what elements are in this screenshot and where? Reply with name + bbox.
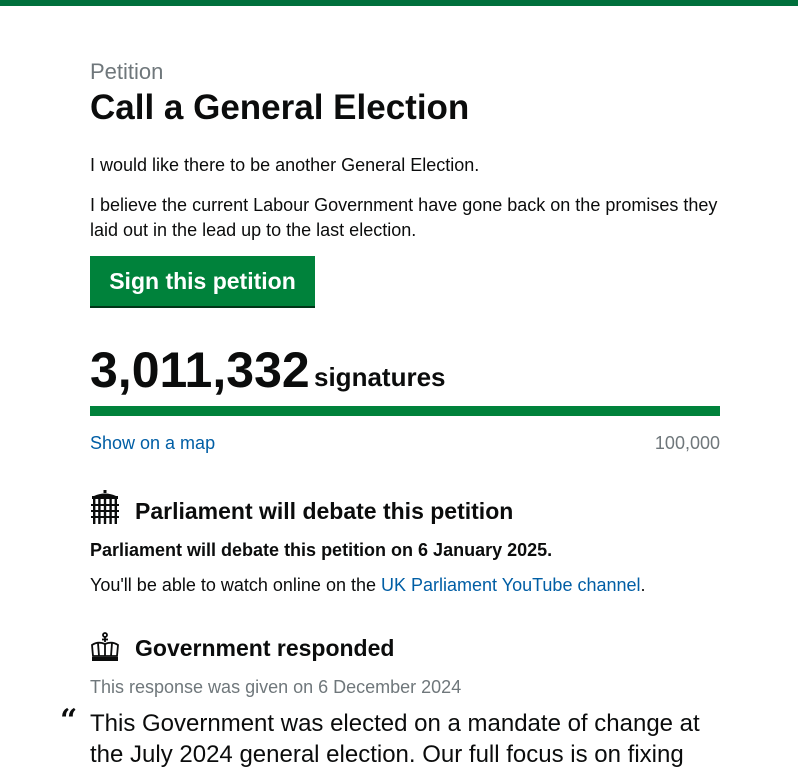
signature-progress-fill	[90, 406, 720, 416]
government-response-heading: Government responded	[135, 635, 395, 661]
response-date: This response was given on 6 December 20…	[90, 677, 462, 697]
signature-threshold: 100,000	[654, 433, 720, 453]
sign-petition-button[interactable]: Sign this petition	[90, 256, 315, 306]
debate-heading: Parliament will debate this petition	[135, 498, 514, 524]
youtube-channel-link[interactable]: UK Parliament YouTube channel	[381, 575, 641, 595]
debate-date: Parliament will debate this petition on …	[90, 540, 553, 560]
watch-online-text: You'll be able to watch online on the UK…	[90, 575, 646, 596]
watch-suffix: .	[640, 575, 646, 595]
signature-label: signatures	[314, 362, 446, 392]
petition-summary: I would like there to be another General…	[90, 155, 480, 175]
quote-mark-icon: “	[60, 703, 78, 738]
show-on-map-link[interactable]: Show on a map	[90, 433, 215, 454]
response-quote: This Government was elected on a mandate…	[90, 710, 700, 768]
signature-progress-bar	[90, 406, 720, 416]
page-caption: Petition	[90, 59, 164, 84]
petition-details: I believe the current Labour Government …	[90, 195, 718, 240]
watch-prefix: You'll be able to watch online on the	[90, 575, 381, 595]
portcullis-icon	[91, 490, 119, 524]
top-accent-bar	[0, 0, 798, 6]
crown-icon	[91, 632, 119, 661]
page-title: Call a General Election	[90, 88, 470, 127]
signature-count: 3,011,332	[90, 342, 310, 398]
